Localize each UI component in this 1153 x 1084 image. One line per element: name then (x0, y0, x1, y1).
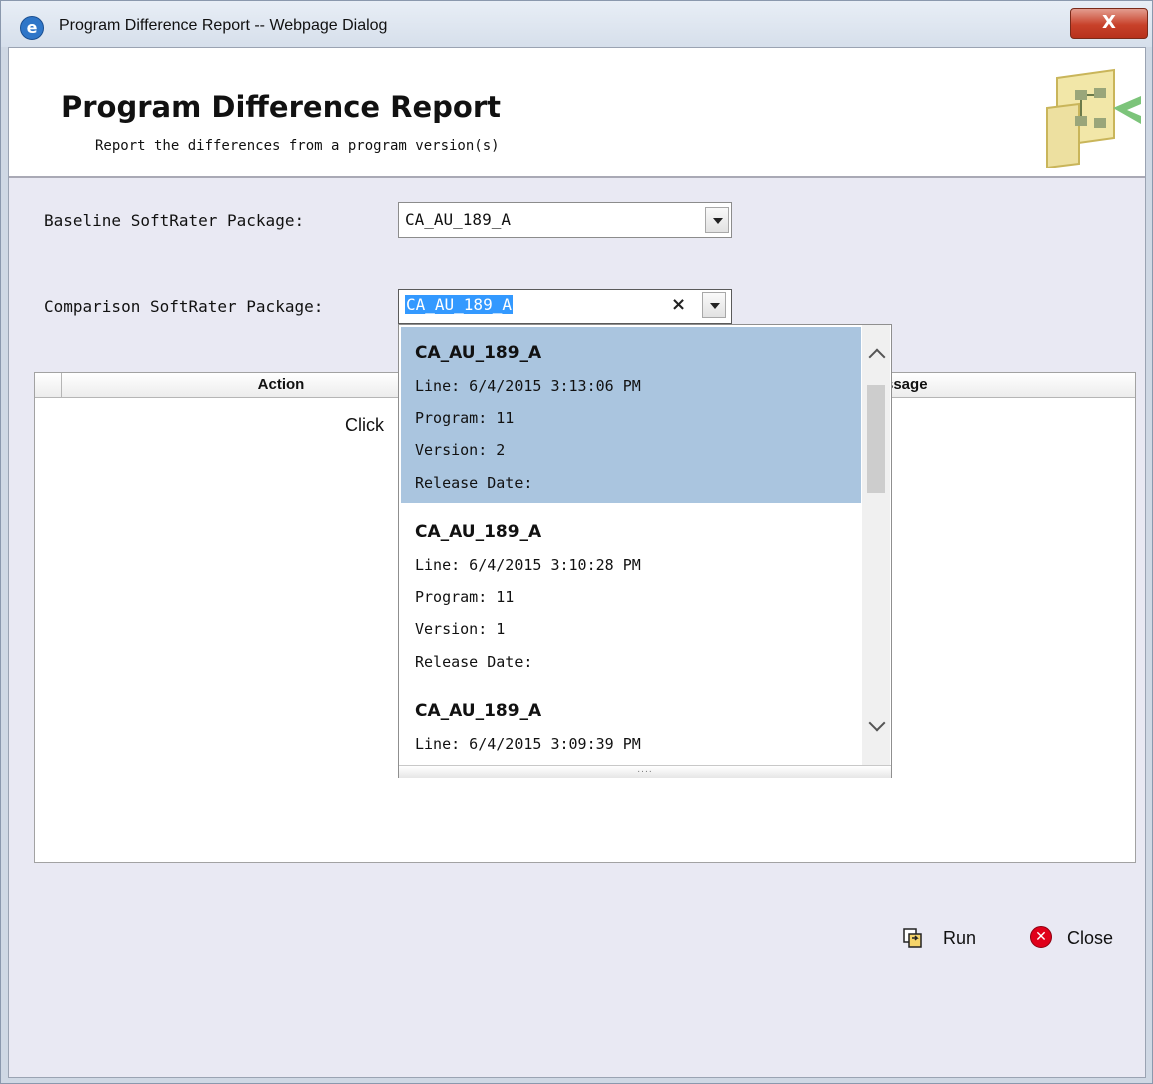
close-button[interactable]: ✕ Close (1030, 925, 1130, 951)
dialog-window: e Program Difference Report -- Webpage D… (0, 0, 1153, 1084)
item-program: Program: 11 (415, 409, 515, 427)
baseline-dropdown-arrow-icon[interactable] (705, 207, 729, 233)
run-label: Run (943, 928, 977, 948)
item-program: Program: 11 (415, 588, 515, 606)
scrollbar-thumb[interactable] (867, 385, 885, 493)
ie-icon: e (20, 16, 44, 40)
comparison-value: CA_AU_189_A (405, 295, 513, 314)
clear-icon[interactable]: × (671, 294, 686, 315)
item-line: Line: 6/4/2015 3:10:28 PM (415, 556, 641, 574)
dialog-content: Program Difference Report Report the dif… (8, 47, 1146, 1078)
dropdown-items: CA_AU_189_A Line: 6/4/2015 3:13:06 PM Pr… (399, 325, 861, 765)
run-icon (903, 928, 922, 948)
baseline-package-select[interactable]: CA_AU_189_A (398, 202, 732, 238)
item-name: CA_AU_189_A (415, 343, 542, 363)
baseline-label: Baseline SoftRater Package: (44, 211, 305, 230)
list-item[interactable]: CA_AU_189_A Line: 6/4/2015 3:13:06 PM Pr… (401, 327, 861, 503)
close-label: Close (1067, 928, 1114, 948)
list-item[interactable]: CA_AU_189_A Line: 6/4/2015 3:09:39 PM (401, 685, 861, 765)
item-line: Line: 6/4/2015 3:09:39 PM (415, 735, 641, 753)
comparison-dropdown-list[interactable]: CA_AU_189_A Line: 6/4/2015 3:13:06 PM Pr… (398, 324, 892, 778)
dropdown-resize-grip[interactable]: .... (399, 765, 891, 778)
item-release-date: Release Date: (415, 653, 533, 671)
dropdown-scrollbar[interactable] (862, 325, 890, 765)
comparison-label: Comparison SoftRater Package: (44, 297, 324, 316)
item-version: Version: 2 (415, 441, 506, 459)
grid-empty-message: Click (345, 415, 384, 435)
report-header: Program Difference Report Report the dif… (9, 48, 1145, 178)
item-name: CA_AU_189_A (415, 701, 542, 721)
comparison-dropdown-arrow-icon[interactable] (702, 292, 726, 318)
item-name: CA_AU_189_A (415, 522, 542, 542)
window-close-button[interactable]: X (1070, 8, 1148, 39)
window-title: Program Difference Report -- Webpage Dia… (59, 17, 388, 34)
chevron-up-icon[interactable] (868, 348, 886, 366)
close-circle-icon: ✕ (1030, 926, 1052, 948)
page-title: Program Difference Report (61, 90, 502, 124)
item-line: Line: 6/4/2015 3:13:06 PM (415, 377, 641, 395)
run-button[interactable]: Run (903, 926, 993, 952)
baseline-value: CA_AU_189_A (405, 210, 511, 229)
page-subtitle: Report the differences from a program ve… (95, 138, 500, 154)
flowchart-logo-icon (1046, 68, 1141, 168)
comparison-package-select[interactable]: CA_AU_189_A × (398, 289, 732, 324)
item-release-date: Release Date: (415, 474, 533, 492)
list-item[interactable]: CA_AU_189_A Line: 6/4/2015 3:10:28 PM Pr… (401, 506, 861, 682)
item-version: Version: 1 (415, 620, 506, 638)
grid-select-column[interactable] (35, 373, 62, 397)
chevron-down-icon[interactable] (868, 714, 886, 732)
title-bar: e Program Difference Report -- Webpage D… (1, 1, 1152, 47)
